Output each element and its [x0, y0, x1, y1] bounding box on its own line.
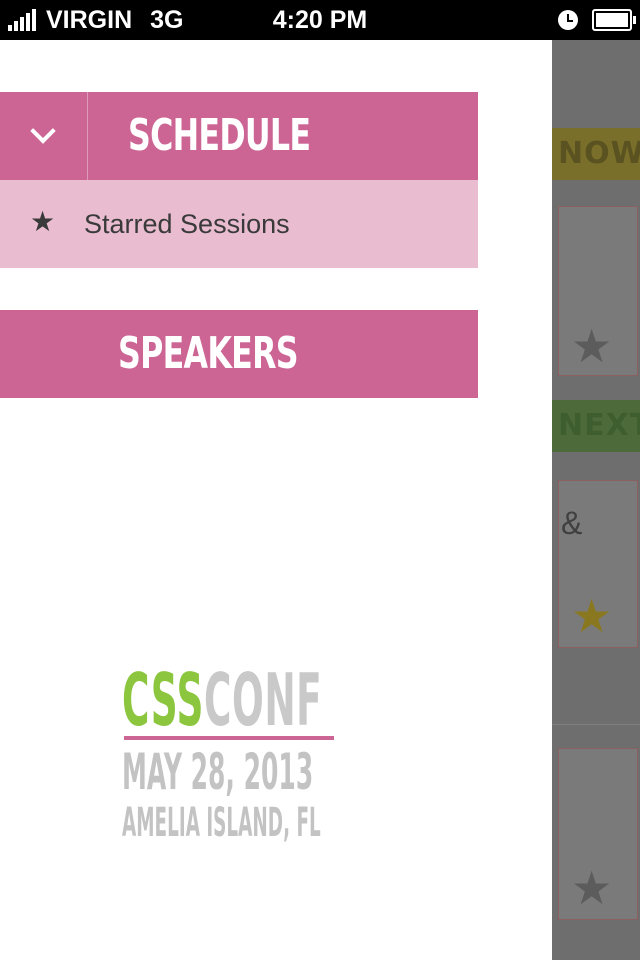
logo-css-text: CSS: [122, 658, 204, 742]
speakers-menu-item[interactable]: SPEAKERS: [0, 310, 478, 398]
logo-wordmark: CSSCONF: [122, 660, 322, 740]
cssconf-logo: CSSCONF MAY 28, 2013 AMELIA ISLAND, FL: [122, 660, 362, 850]
status-right: [558, 6, 636, 34]
event-date: MAY 28, 2013: [122, 743, 314, 801]
logo-conf-text: CONF: [203, 658, 323, 742]
star-icon[interactable]: ★: [571, 323, 612, 369]
next-tag: NEXT: [552, 400, 640, 452]
session-card[interactable]: & ★: [558, 480, 638, 648]
session-title-fragment: &: [561, 505, 583, 541]
chevron-down-icon: [30, 118, 56, 144]
starred-icon[interactable]: ★: [571, 593, 612, 639]
session-card[interactable]: ★: [558, 206, 638, 376]
session-card[interactable]: ★: [558, 748, 638, 920]
star-icon: ★: [30, 206, 56, 237]
starred-sessions-item[interactable]: ★ Starred Sessions: [0, 180, 478, 268]
collapse-toggle[interactable]: [0, 92, 88, 180]
clock-icon: [558, 10, 578, 30]
status-time: 4:20 PM: [272, 6, 368, 34]
logo-rule: [124, 736, 334, 740]
speakers-label: SPEAKERS: [118, 328, 299, 379]
background-view[interactable]: NOW ★ NEXT & ★ ★: [552, 40, 640, 960]
starred-sessions-label: Starred Sessions: [84, 209, 290, 239]
status-bar: VIRGIN 3G 4:20 PM: [0, 0, 640, 40]
divider: [552, 724, 640, 725]
now-tag: NOW: [552, 128, 640, 180]
schedule-label: SCHEDULE: [128, 110, 311, 161]
star-icon[interactable]: ★: [571, 865, 612, 911]
event-location: AMELIA ISLAND, FL: [122, 800, 321, 846]
schedule-menu-item[interactable]: SCHEDULE: [0, 92, 478, 180]
battery-icon: [592, 9, 636, 31]
side-menu: SCHEDULE ★ Starred Sessions SPEAKERS CSS…: [0, 40, 552, 960]
